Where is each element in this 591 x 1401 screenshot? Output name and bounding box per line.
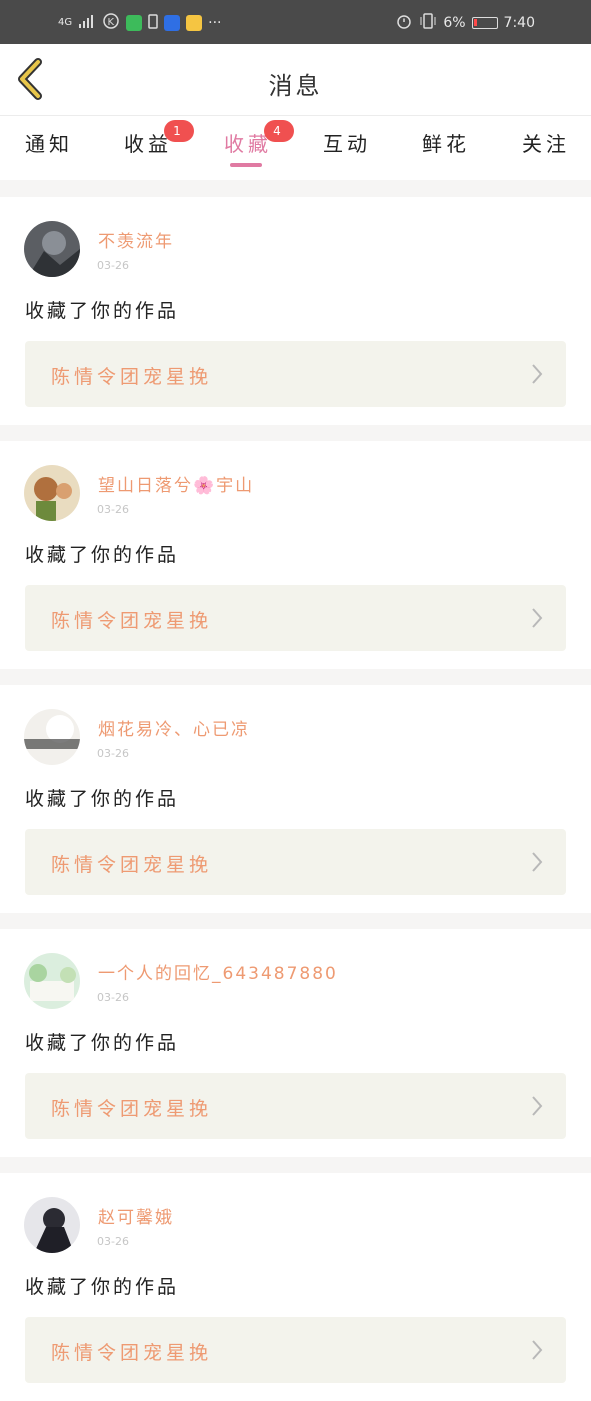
work-link[interactable]: 陈情令团宠星挽 [25,1317,566,1383]
message-text: 收藏了你的作品 [25,788,180,810]
list-item[interactable]: 一个人的回忆_643487880 03-26 收藏了你的作品 陈情令团宠星挽 [0,929,591,1157]
tab-follows[interactable]: 关注 [522,128,570,157]
avatar[interactable] [24,953,80,1009]
avatar[interactable] [24,221,80,277]
vibrate-icon [419,12,437,34]
tab-label: 互动 [323,132,371,156]
baidu-app-icon [164,15,181,31]
work-link[interactable]: 陈情令团宠星挽 [25,341,566,407]
tab-label: 关注 [522,132,570,156]
status-left: 4G K ··· [58,12,221,34]
chevron-right-icon [532,364,543,384]
work-link[interactable]: 陈情令团宠星挽 [25,1073,566,1139]
nav-header: 消息 [0,44,591,116]
status-bar: 4G K ··· 6% 7:40 [0,0,591,44]
qq-app-icon [186,15,203,31]
message-text: 收藏了你的作品 [25,1276,180,1298]
status-right: 6% 7:40 [395,12,535,34]
more-notifications: ··· [208,15,222,31]
avatar[interactable] [24,1197,80,1253]
battery-percent: 6% [443,15,466,31]
work-title: 陈情令团宠星挽 [51,1342,213,1364]
active-tab-indicator [230,163,262,167]
svg-text:K: K [108,17,115,28]
tab-label: 通知 [25,132,73,156]
alarm-icon [395,12,413,34]
work-title: 陈情令团宠星挽 [51,854,213,876]
message-text: 收藏了你的作品 [25,1032,180,1054]
username[interactable]: 不羡流年 [98,227,174,252]
avatar[interactable] [24,709,80,765]
work-title: 陈情令团宠星挽 [51,610,213,632]
battery-icon [471,17,498,29]
clock: 7:40 [503,15,535,31]
message-date: 03-26 [97,991,129,1004]
avatar[interactable] [24,465,80,521]
message-date: 03-26 [97,503,129,516]
tab-earnings[interactable]: 收益 1 [124,120,194,157]
tab-interactions[interactable]: 互动 [323,128,371,157]
favorites-badge: 4 [264,120,294,142]
k-app-icon: K [102,12,120,34]
green-app-icon [126,15,143,31]
list-item[interactable]: 赵可馨娥 03-26 收藏了你的作品 陈情令团宠星挽 [0,1173,591,1401]
signal-icon [78,14,96,32]
chevron-right-icon [532,608,543,628]
message-date: 03-26 [97,1235,129,1248]
username[interactable]: 一个人的回忆_643487880 [98,959,338,984]
message-text: 收藏了你的作品 [25,300,180,322]
message-date: 03-26 [97,747,129,760]
tab-notifications[interactable]: 通知 [25,128,73,157]
chevron-right-icon [532,1340,543,1360]
tab-bar: 通知 收益 1 收藏 4 互动 鲜花 关注 [0,116,591,180]
message-text: 收藏了你的作品 [25,544,180,566]
list-item[interactable]: 望山日落兮🌸宇山 03-26 收藏了你的作品 陈情令团宠星挽 [0,441,591,669]
username[interactable]: 赵可馨娥 [98,1203,174,1228]
battery-saver-icon [148,13,158,33]
work-link[interactable]: 陈情令团宠星挽 [25,829,566,895]
message-date: 03-26 [97,259,129,272]
earnings-badge: 1 [164,120,194,142]
chevron-right-icon [532,1096,543,1116]
tab-label: 鲜花 [422,132,470,156]
username[interactable]: 烟花易冷、心已凉 [98,715,250,740]
network-type: 4G [58,17,73,28]
list-item[interactable]: 烟花易冷、心已凉 03-26 收藏了你的作品 陈情令团宠星挽 [0,685,591,913]
list-item[interactable]: 不羡流年 03-26 收藏了你的作品 陈情令团宠星挽 [0,197,591,425]
page-title: 消息 [268,72,323,100]
work-title: 陈情令团宠星挽 [51,366,213,388]
work-title: 陈情令团宠星挽 [51,1098,213,1120]
tab-favorites[interactable]: 收藏 4 [224,120,294,157]
work-link[interactable]: 陈情令团宠星挽 [25,585,566,651]
username[interactable]: 望山日落兮🌸宇山 [98,471,254,496]
chevron-right-icon [532,852,543,872]
tab-flowers[interactable]: 鲜花 [422,128,470,157]
